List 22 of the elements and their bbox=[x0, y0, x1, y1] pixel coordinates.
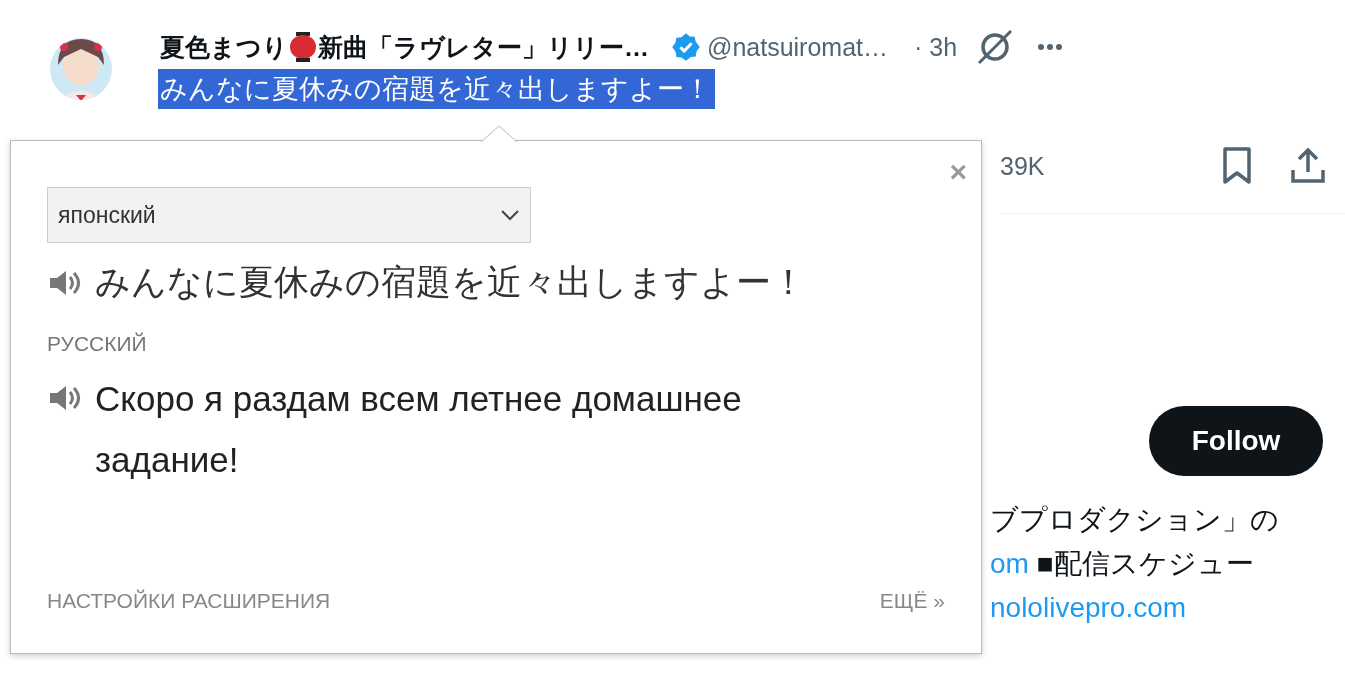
bio-text: ブプロダクション」の bbox=[990, 504, 1279, 535]
more-icon[interactable] bbox=[1037, 43, 1064, 51]
author-handle[interactable]: @natsuiromat… bbox=[707, 32, 888, 62]
lantern-icon bbox=[290, 32, 316, 62]
post-text: みんなに夏休みの宿題を近々出しますよー！ bbox=[158, 69, 715, 109]
view-count: 39K bbox=[1000, 151, 1045, 181]
share-icon[interactable] bbox=[1290, 148, 1327, 184]
post-time[interactable]: · 3h bbox=[914, 32, 958, 62]
bio-text: ■配信スケジュー bbox=[1035, 548, 1254, 579]
speaker-icon[interactable] bbox=[47, 384, 83, 412]
author-name[interactable]: 夏色まつり bbox=[160, 30, 288, 64]
follow-button[interactable]: Follow bbox=[1149, 406, 1323, 476]
more-link[interactable]: ЕЩЁ » bbox=[879, 589, 945, 613]
translation-text: Скоро я раздам всем летнее домашнее задание! bbox=[95, 378, 743, 481]
speaker-icon[interactable] bbox=[47, 268, 83, 297]
chevron-down-icon bbox=[500, 209, 520, 221]
language-select[interactable]: японский bbox=[47, 187, 531, 243]
author-name[interactable]: 新曲「ラヴレター」リリー… bbox=[318, 30, 649, 64]
source-text: みんなに夏休みの宿題を近々出しますよー！ bbox=[95, 261, 806, 303]
bookmark-icon[interactable] bbox=[1222, 147, 1253, 185]
target-language-label: РУССКИЙ bbox=[47, 332, 148, 356]
settings-link[interactable]: НАСТРОЙКИ РАСШИРЕНИЯ bbox=[47, 589, 331, 613]
